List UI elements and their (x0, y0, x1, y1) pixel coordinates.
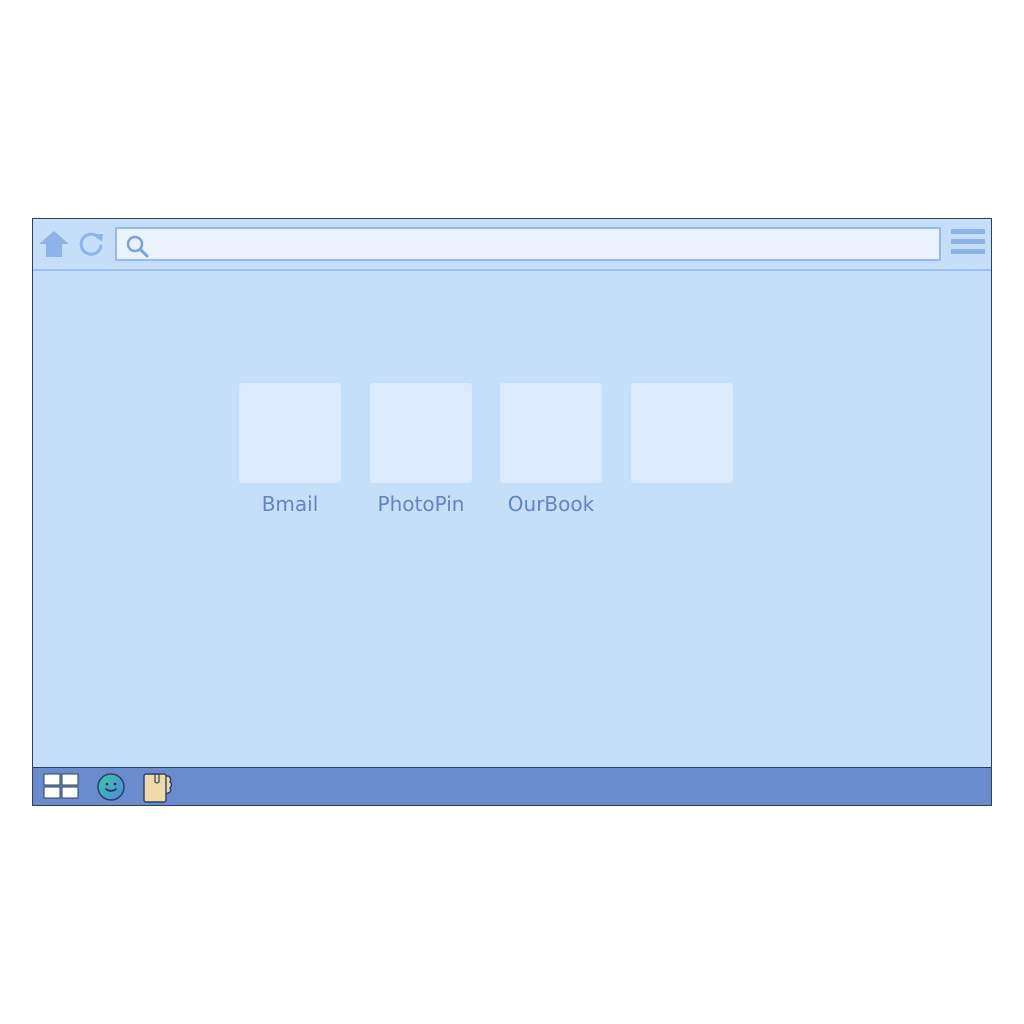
search-icon (126, 235, 149, 258)
document-folder-icon (143, 773, 173, 803)
reload-button[interactable] (75, 227, 109, 261)
shortcut-tile-ourbook[interactable] (500, 383, 602, 483)
shortcut-tile-photopin[interactable] (370, 383, 472, 483)
reload-icon (79, 232, 103, 256)
start-grid-icon (43, 773, 79, 799)
taskbar (33, 767, 991, 805)
new-tab-page: Bmail PhotoPin OurBook (33, 271, 991, 767)
taskbar-app-files[interactable] (141, 770, 175, 808)
shortcut-label-bmail: Bmail (261, 492, 319, 516)
smiley-globe-icon (97, 773, 125, 801)
start-button[interactable] (43, 773, 79, 803)
browser-toolbar (33, 219, 991, 271)
menu-button[interactable] (949, 227, 987, 261)
hamburger-menu-icon (951, 229, 985, 254)
shortcut-label-photopin: PhotoPin (377, 492, 465, 516)
browser-window: Bmail PhotoPin OurBook (32, 218, 992, 806)
shortcut-tile-empty[interactable] (631, 383, 733, 483)
address-bar[interactable] (115, 227, 941, 261)
home-icon (39, 231, 69, 257)
home-button[interactable] (37, 227, 71, 261)
taskbar-app-browser[interactable] (95, 771, 127, 807)
address-input[interactable] (157, 229, 931, 261)
shortcut-label-ourbook: OurBook (507, 492, 595, 516)
shortcut-tile-bmail[interactable] (239, 383, 341, 483)
